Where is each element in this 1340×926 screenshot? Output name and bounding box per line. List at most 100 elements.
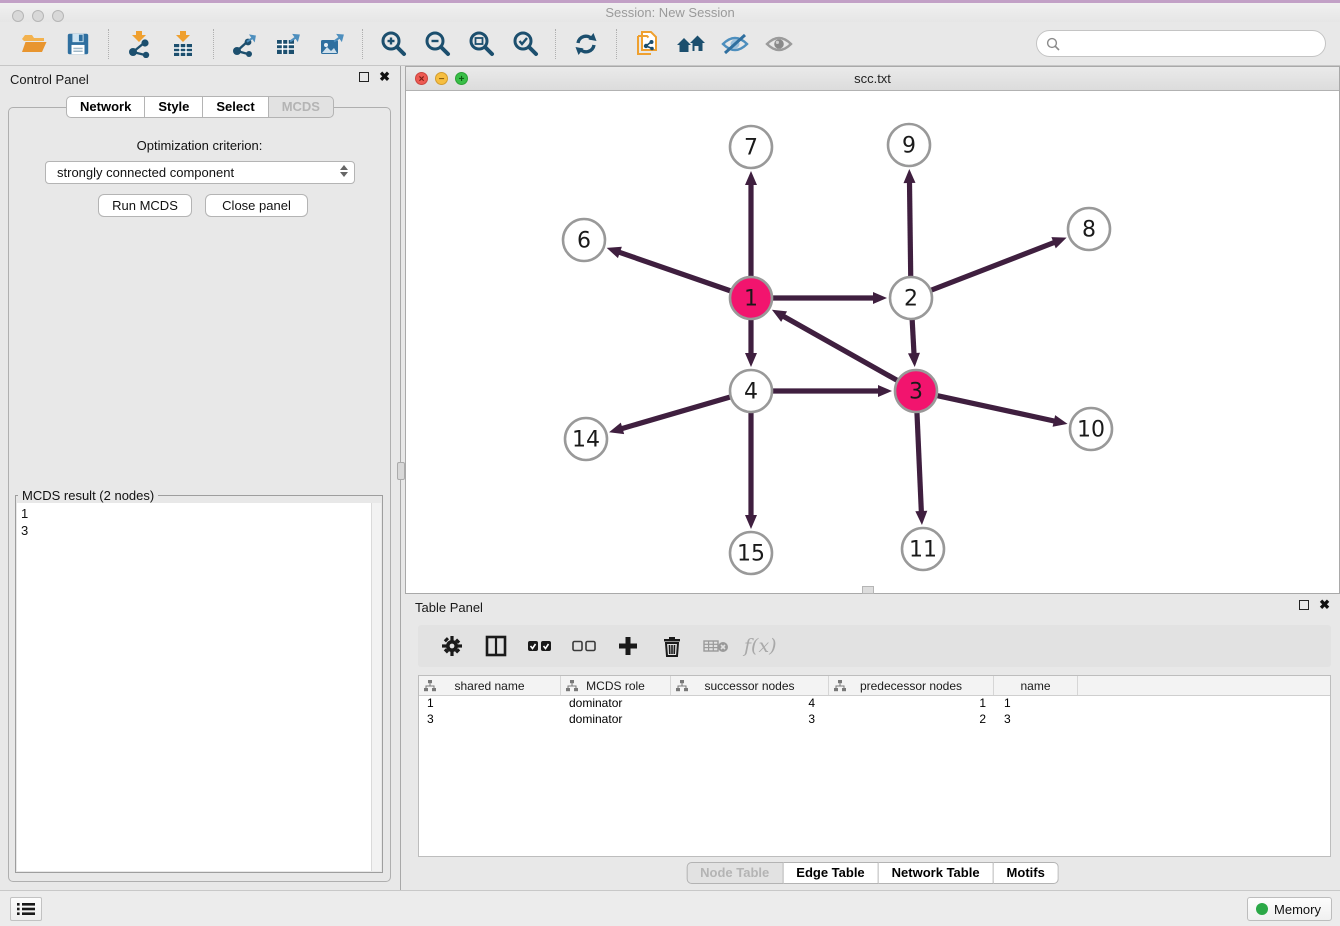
table-settings-button[interactable] — [439, 633, 465, 659]
search-box[interactable] — [1036, 30, 1326, 57]
table-cell[interactable]: 4 — [671, 696, 829, 712]
criterion-dropdown[interactable]: strongly connected component — [45, 161, 355, 184]
select-all-button[interactable] — [527, 633, 553, 659]
table-cell[interactable]: 3 — [994, 712, 1078, 728]
graph-edge-3-11[interactable] — [917, 410, 922, 513]
table-cell[interactable]: 1 — [829, 696, 994, 712]
export-table-button[interactable] — [273, 29, 303, 59]
table-row[interactable]: 1 dominator 4 1 1 — [419, 696, 1330, 712]
mcds-result-text[interactable]: 1 3 — [17, 503, 371, 871]
new-network-from-selection-button[interactable] — [632, 29, 662, 59]
show-graphics-details-button[interactable] — [764, 29, 794, 59]
tab-network-table[interactable]: Network Table — [879, 862, 994, 884]
graph-node-9[interactable]: 9 — [888, 124, 930, 166]
graph-edge-2-8[interactable] — [929, 242, 1056, 291]
refresh-icon — [572, 30, 600, 58]
graph-node-4[interactable]: 4 — [730, 370, 772, 412]
column-header-successor-nodes[interactable]: successor nodes — [671, 676, 829, 695]
tab-motifs[interactable]: Motifs — [994, 862, 1059, 884]
app-window-controls[interactable] — [12, 10, 64, 22]
graph-node-14[interactable]: 14 — [565, 418, 607, 460]
table-cell[interactable]: dominator — [561, 696, 671, 712]
network-close-icon[interactable]: × — [415, 72, 428, 85]
close-panel-icon[interactable]: ✖ — [379, 72, 390, 82]
tab-style[interactable]: Style — [145, 96, 203, 118]
export-image-button[interactable] — [317, 29, 347, 59]
home-layout-button[interactable] — [676, 29, 706, 59]
tab-node-table[interactable]: Node Table — [686, 862, 783, 884]
export-network-button[interactable] — [229, 29, 259, 59]
zoom-fit-button[interactable] — [466, 29, 496, 59]
hide-graphics-details-button[interactable] — [720, 29, 750, 59]
delete-table-icon — [703, 638, 729, 654]
app-zoom-icon[interactable] — [52, 10, 64, 22]
close-table-panel-icon[interactable]: ✖ — [1319, 600, 1330, 610]
zoom-selected-button[interactable] — [510, 29, 540, 59]
table-cell[interactable]: 1 — [994, 696, 1078, 712]
graph-edge-1-6[interactable] — [618, 252, 733, 292]
import-table-button[interactable] — [168, 29, 198, 59]
tab-mcds[interactable]: MCDS — [269, 96, 334, 118]
panel-splitter-handle[interactable] — [397, 462, 405, 480]
tab-edge-table[interactable]: Edge Table — [783, 862, 878, 884]
table-cell[interactable]: 3 — [671, 712, 829, 728]
zoom-in-button[interactable] — [378, 29, 408, 59]
table-cell[interactable]: 1 — [419, 696, 561, 712]
tab-network[interactable]: Network — [66, 96, 145, 118]
graph-edge-3-10[interactable] — [935, 395, 1056, 421]
delete-table-button[interactable] — [703, 633, 729, 659]
open-session-button[interactable] — [19, 29, 49, 59]
table-cell[interactable]: 3 — [419, 712, 561, 728]
network-splitter-handle[interactable] — [862, 586, 874, 594]
column-header-predecessor-nodes[interactable]: predecessor nodes — [829, 676, 994, 695]
app-minimize-icon[interactable] — [32, 10, 44, 22]
tab-select[interactable]: Select — [203, 96, 268, 118]
add-row-button[interactable] — [615, 633, 641, 659]
show-columns-button[interactable] — [483, 633, 509, 659]
table-cell[interactable]: 2 — [829, 712, 994, 728]
graph-node-10[interactable]: 10 — [1070, 408, 1112, 450]
deselect-all-button[interactable] — [571, 633, 597, 659]
table-row[interactable]: 3 dominator 3 2 3 — [419, 712, 1330, 728]
graph-edge-arrowhead — [745, 353, 757, 367]
graph-edge-3-1[interactable] — [782, 316, 899, 382]
optimization-criterion-label: Optimization criterion: — [9, 138, 390, 153]
network-maximize-icon[interactable]: + — [455, 72, 468, 85]
close-panel-button[interactable]: Close panel — [205, 194, 308, 217]
mcds-result-scrollbar[interactable] — [371, 503, 381, 871]
column-header-name[interactable]: name — [994, 676, 1078, 695]
task-history-button[interactable] — [10, 897, 42, 921]
graph-node-11[interactable]: 11 — [902, 528, 944, 570]
network-minimize-icon[interactable]: − — [435, 72, 448, 85]
refresh-view-button[interactable] — [571, 29, 601, 59]
column-header-shared-name[interactable]: shared name — [419, 676, 561, 695]
graph-edge-2-3[interactable] — [912, 317, 914, 355]
network-canvas[interactable]: 7 9 6 8 1 2 4 3 14 10 15 11 — [406, 91, 1339, 593]
zoom-out-button[interactable] — [422, 29, 452, 59]
graph-node-3[interactable]: 3 — [895, 370, 937, 412]
memory-button[interactable]: Memory — [1247, 897, 1332, 921]
graph-node-6[interactable]: 6 — [563, 219, 605, 261]
graph-node-7[interactable]: 7 — [730, 126, 772, 168]
import-network-button[interactable] — [124, 29, 154, 59]
network-window-titlebar[interactable]: × − + scc.txt — [406, 67, 1339, 91]
graph-edge-4-14[interactable] — [621, 396, 733, 429]
node-table[interactable]: shared name MCDS role successor nodes pr… — [418, 675, 1331, 857]
graph-node-15[interactable]: 15 — [730, 532, 772, 574]
graph-edge-2-9[interactable] — [909, 181, 910, 279]
column-header-mcds-role[interactable]: MCDS role — [561, 676, 671, 695]
graph-node-2[interactable]: 2 — [890, 277, 932, 319]
search-input[interactable] — [1065, 36, 1315, 51]
control-panel-tabs: Network Style Select MCDS — [66, 96, 334, 118]
graph-node-8[interactable]: 8 — [1068, 208, 1110, 250]
delete-row-button[interactable] — [659, 633, 685, 659]
apply-function-button[interactable]: f(x) — [744, 635, 777, 657]
float-panel-icon[interactable] — [359, 72, 369, 82]
save-session-button[interactable] — [63, 29, 93, 59]
table-cell[interactable]: dominator — [561, 712, 671, 728]
run-mcds-button[interactable]: Run MCDS — [98, 194, 192, 217]
float-table-panel-icon[interactable] — [1299, 600, 1309, 610]
zoom-in-icon — [378, 29, 408, 59]
app-close-icon[interactable] — [12, 10, 24, 22]
graph-node-1[interactable]: 1 — [730, 277, 772, 319]
